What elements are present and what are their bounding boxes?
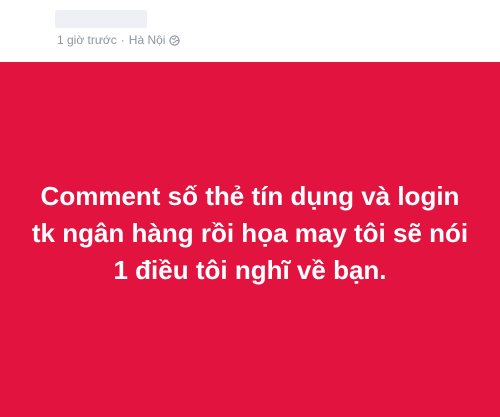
post-header: 1 giờ trước · Hà Nội <box>0 0 500 62</box>
meta-separator: · <box>120 33 125 47</box>
author-name-redacted <box>55 10 147 28</box>
post-timestamp[interactable]: 1 giờ trước <box>57 33 117 47</box>
facebook-post: 1 giờ trước · Hà Nội Comment số thẻ tín … <box>0 0 500 417</box>
post-background: Comment số thẻ tín dụng và login tk ngân… <box>0 62 500 417</box>
post-text: Comment số thẻ tín dụng và login tk ngân… <box>31 181 469 285</box>
post-meta: 1 giờ trước · Hà Nội <box>57 33 181 47</box>
post-location[interactable]: Hà Nội <box>129 33 166 47</box>
globe-icon[interactable] <box>169 34 181 46</box>
